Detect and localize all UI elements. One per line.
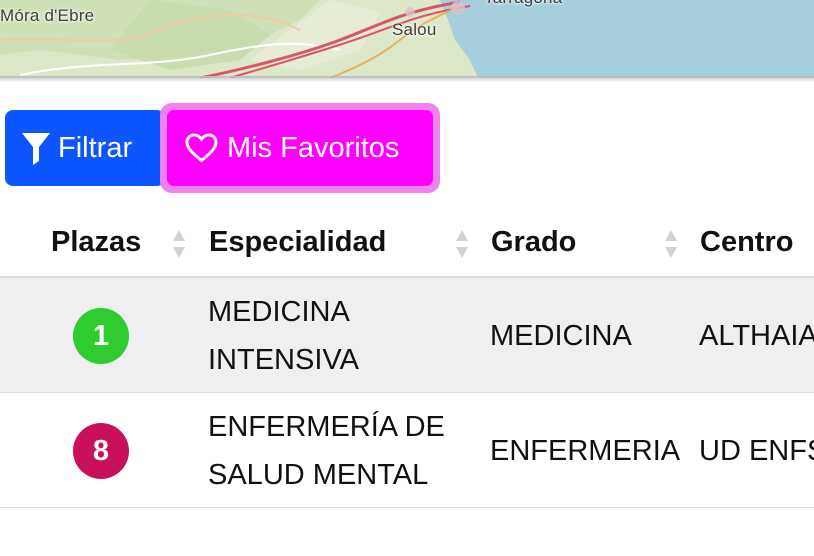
centro-cell: UD ENFS	[699, 435, 814, 467]
map-view[interactable]: Móra d'Ebre Salou Tarragona	[0, 0, 814, 78]
especialidad-line: ENFERMERÍA DE	[208, 411, 445, 443]
plazas-badge: 1	[73, 308, 129, 364]
especialidad-cell: MEDICINA INTENSIVA	[208, 288, 359, 384]
favorites-button-inner: Mis Favoritos	[167, 110, 433, 186]
favorites-button-label: Mis Favoritos	[227, 131, 400, 164]
results-table: Plazas Especialidad Grado Centro 1 MEDIC…	[0, 210, 814, 508]
table-header: Plazas Especialidad Grado Centro	[0, 210, 814, 278]
map-label-mora-debre: Móra d'Ebre	[0, 6, 95, 25]
map-label-tarragona: Tarragona	[484, 0, 562, 8]
sort-arrows-icon[interactable]	[664, 228, 678, 260]
filter-button[interactable]: Filtrar	[5, 110, 165, 186]
especialidad-cell: ENFERMERÍA DE SALUD MENTAL	[208, 403, 445, 499]
column-header-plazas[interactable]: Plazas	[51, 226, 141, 259]
especialidad-line: MEDICINA	[208, 296, 350, 328]
heart-outline-icon	[185, 133, 218, 163]
especialidad-line: INTENSIVA	[208, 344, 359, 376]
centro-cell: ALTHAIA	[699, 320, 814, 352]
column-header-especialidad[interactable]: Especialidad	[209, 226, 386, 259]
especialidad-line: SALUD MENTAL	[208, 459, 429, 491]
filter-funnel-icon	[22, 133, 50, 165]
plazas-badge: 8	[73, 423, 129, 479]
sort-arrows-icon[interactable]	[455, 228, 469, 260]
grado-cell: ENFERMERIA	[490, 435, 681, 467]
table-row[interactable]: 1 MEDICINA INTENSIVA MEDICINA ALTHAIA	[0, 278, 814, 393]
map-divider	[0, 76, 814, 82]
column-header-grado[interactable]: Grado	[491, 226, 576, 259]
map-label-salou: Salou	[392, 20, 437, 39]
table-row[interactable]: 8 ENFERMERÍA DE SALUD MENTAL ENFERMERIA …	[0, 393, 814, 508]
favorites-button[interactable]: Mis Favoritos	[160, 103, 440, 193]
sort-arrows-icon[interactable]	[172, 228, 186, 260]
grado-cell: MEDICINA	[490, 320, 632, 352]
filter-button-label: Filtrar	[58, 131, 133, 164]
column-header-centro[interactable]: Centro	[700, 226, 793, 259]
